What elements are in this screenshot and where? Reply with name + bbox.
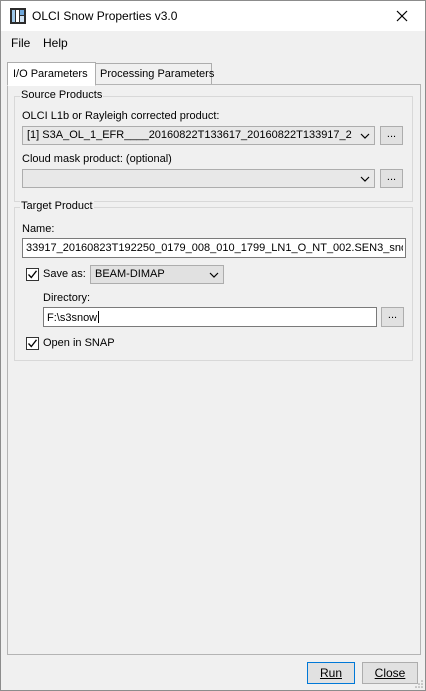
resize-grip-icon[interactable]: [414, 679, 424, 689]
target-name-value: 33917_20160823T192250_0179_008_010_1799_…: [26, 242, 403, 254]
source-products-group: Source Products OLCI L1b or Rayleigh cor…: [14, 89, 413, 202]
olci-browse-button[interactable]: ...: [380, 126, 403, 145]
cloud-mask-label: Cloud mask product: (optional): [22, 153, 172, 165]
directory-label: Directory:: [43, 292, 91, 304]
olci-product-value: [1] S3A_OL_1_EFR____20160822T133617_2016…: [27, 129, 352, 141]
dialog-window: OLCI Snow Properties v3.0 File Help I/O …: [0, 0, 426, 691]
cloud-mask-browse-button[interactable]: ...: [380, 169, 403, 188]
close-button[interactable]: Close: [362, 662, 418, 684]
run-button[interactable]: Run: [307, 662, 355, 684]
save-format-select[interactable]: BEAM-DIMAP: [90, 265, 224, 284]
close-icon[interactable]: [379, 1, 425, 31]
snap-app-icon: [10, 8, 26, 24]
window-title: OLCI Snow Properties v3.0: [32, 9, 178, 23]
text-caret: [98, 311, 100, 323]
directory-text: F:\s3snow: [47, 312, 98, 324]
chevron-down-icon: [358, 172, 372, 185]
directory-browse-button[interactable]: ...: [381, 307, 404, 327]
tab-processing-parameters[interactable]: Processing Parameters: [94, 63, 214, 85]
save-format-value: BEAM-DIMAP: [95, 268, 165, 280]
target-name-input[interactable]: 33917_20160823T192250_0179_008_010_1799_…: [22, 238, 406, 258]
target-product-group: Target Product Name: 33917_20160823T1922…: [14, 200, 413, 361]
directory-input[interactable]: F:\s3snow: [43, 307, 377, 327]
io-parameters-panel: Source Products OLCI L1b or Rayleigh cor…: [7, 84, 421, 655]
directory-value: F:\s3snow: [47, 311, 374, 324]
chevron-down-icon: [207, 268, 221, 281]
save-as-checkbox[interactable]: [26, 268, 39, 281]
close-button-label: Close: [374, 666, 406, 680]
target-product-title: Target Product: [20, 200, 94, 212]
chevron-down-icon: [358, 129, 372, 142]
save-as-label: Save as:: [43, 268, 86, 280]
source-products-title: Source Products: [20, 89, 104, 101]
open-in-snap-checkbox[interactable]: [26, 337, 39, 350]
open-in-snap-label: Open in SNAP: [43, 337, 115, 349]
menu-help[interactable]: Help: [41, 36, 70, 50]
cloud-mask-select[interactable]: [22, 169, 375, 188]
title-bar: OLCI Snow Properties v3.0: [1, 1, 425, 31]
tab-io-parameters[interactable]: I/O Parameters: [7, 62, 96, 86]
olci-product-select[interactable]: [1] S3A_OL_1_EFR____20160822T133617_2016…: [22, 126, 375, 145]
target-name-label: Name:: [22, 223, 55, 235]
olci-product-label: OLCI L1b or Rayleigh corrected product:: [22, 110, 220, 122]
run-button-label: Run: [319, 666, 342, 680]
menu-bar: File Help: [1, 32, 425, 55]
menu-file[interactable]: File: [9, 36, 32, 50]
